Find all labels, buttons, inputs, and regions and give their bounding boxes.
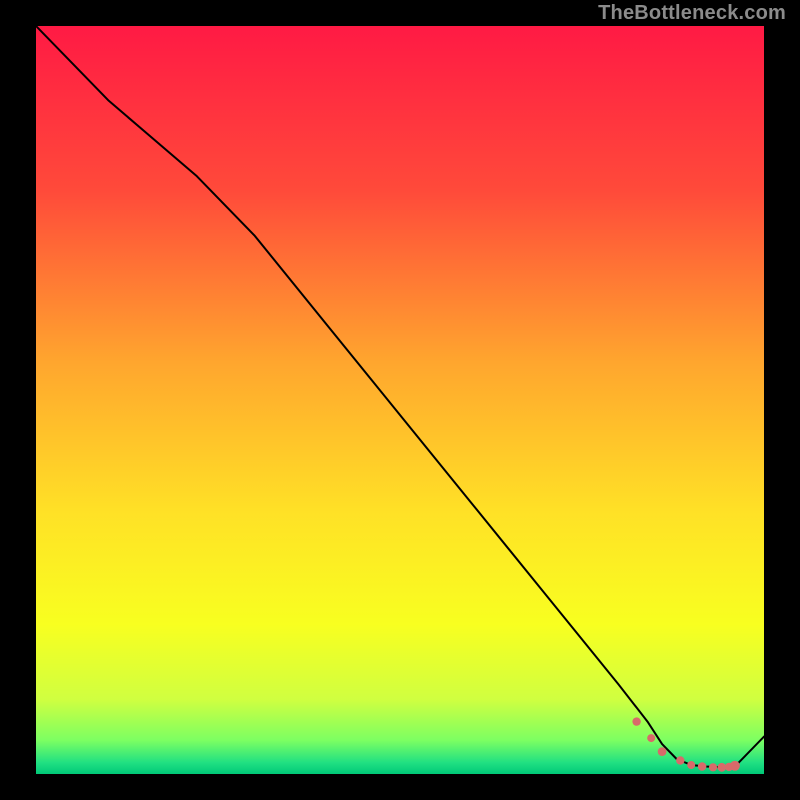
plot-area	[36, 26, 764, 774]
chart-frame: TheBottleneck.com	[0, 0, 800, 800]
gradient-fill	[36, 26, 764, 774]
marker-dot	[632, 717, 640, 725]
marker-dot	[709, 763, 717, 771]
marker-dot	[658, 747, 667, 756]
marker-dot	[717, 763, 726, 772]
marker-dot	[647, 734, 655, 742]
marker-dot	[730, 761, 740, 771]
marker-dot	[676, 756, 684, 764]
marker-dot	[687, 761, 695, 769]
marker-dot	[698, 762, 707, 771]
chart-svg	[36, 26, 764, 774]
watermark-label: TheBottleneck.com	[598, 2, 786, 25]
